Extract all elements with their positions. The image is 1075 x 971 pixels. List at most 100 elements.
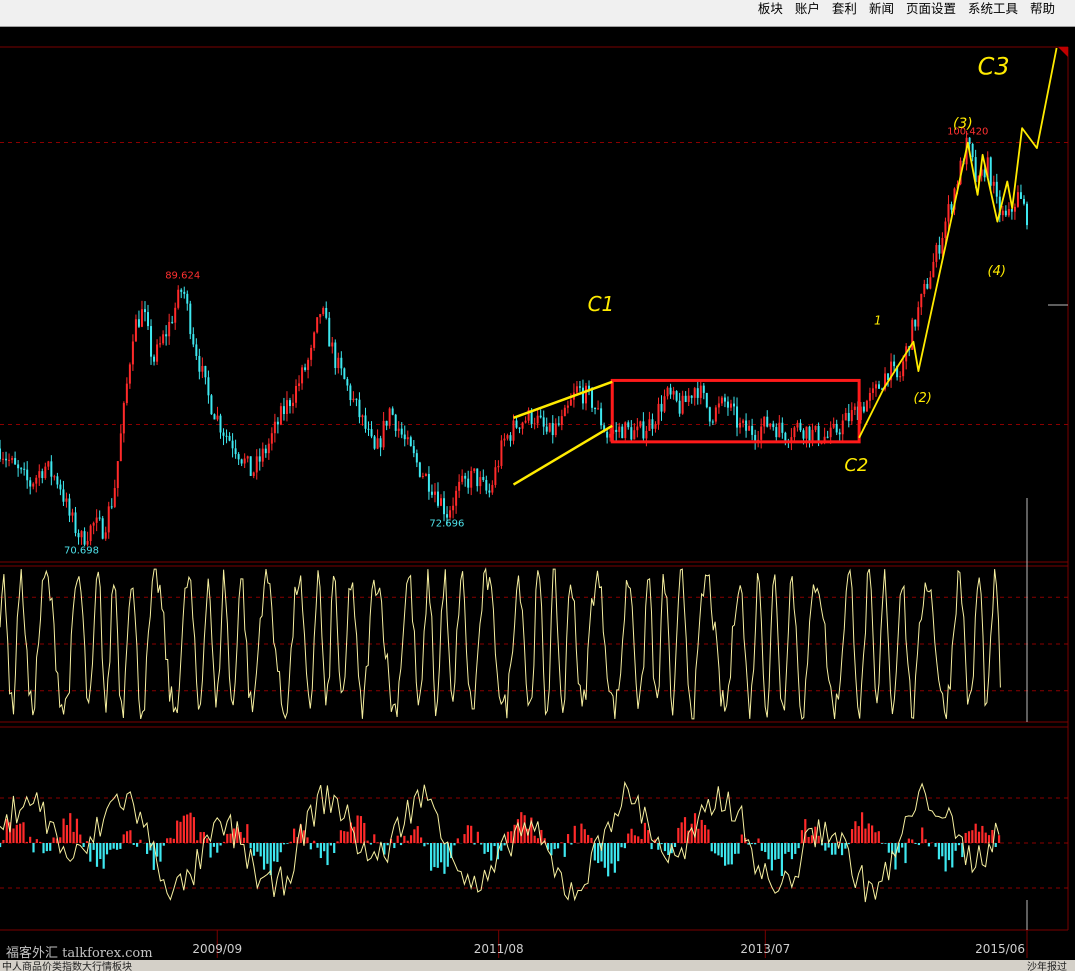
candle-body (446, 514, 449, 518)
candle-body (361, 415, 364, 418)
candle-body (20, 468, 23, 470)
macd-histogram-bar (366, 840, 369, 843)
candle-body (766, 416, 769, 427)
candle-body (391, 408, 394, 415)
candle-body (8, 459, 11, 461)
macd-histogram-bar (824, 843, 827, 851)
candle-body (189, 303, 192, 335)
macd-histogram-bar (510, 831, 513, 843)
candle-body (427, 473, 430, 492)
candle-body (334, 342, 337, 369)
candle-body (877, 384, 880, 389)
menu-item-help[interactable]: 帮助 (1024, 0, 1061, 26)
candle-body (663, 396, 666, 412)
macd-histogram-bar (109, 843, 112, 850)
candle-body (165, 334, 168, 337)
macd-histogram-bar (182, 815, 185, 843)
macd-histogram-bar (937, 843, 941, 860)
candle-body (832, 423, 835, 428)
macd-histogram-bar (62, 818, 65, 843)
candle-body (461, 475, 464, 482)
status-right-text: 沙年报过 (1027, 962, 1067, 971)
macd-histogram-bar (713, 843, 717, 854)
candle-body (536, 415, 539, 424)
macd-histogram-bar (102, 843, 105, 869)
macd-histogram-bar (590, 837, 593, 843)
menu-item-page-settings[interactable]: 页面设置 (900, 0, 962, 26)
menu-item-arbitrage[interactable]: 套利 (826, 0, 863, 26)
candle-body (826, 436, 829, 438)
candle-body (497, 465, 500, 468)
candle-body (600, 408, 603, 426)
candle-body (147, 312, 150, 327)
candle-body (485, 479, 488, 491)
macd-histogram-bar (429, 843, 433, 871)
macd-histogram-bar (924, 839, 927, 843)
candle-body (542, 417, 545, 427)
macd-histogram-bar (754, 843, 757, 845)
candle-body (805, 426, 808, 439)
macd-histogram-bar (376, 842, 379, 843)
candle-body (633, 430, 636, 440)
candle-body (793, 427, 796, 438)
candle-body (267, 443, 270, 454)
candle-body (113, 488, 116, 507)
chart-area[interactable]: 70.69889.62472.696100.420 C1C2C31(2)(3)(… (0, 27, 1075, 960)
candle-body (917, 307, 920, 327)
candle-body (2, 458, 5, 460)
candle-body (693, 388, 696, 398)
candle-body (150, 326, 153, 357)
macd-histogram-bar (169, 837, 172, 843)
candle-body (322, 308, 325, 315)
candle-body (388, 408, 391, 426)
wave-label: (3) (953, 116, 973, 132)
candle-body (569, 399, 572, 406)
candle-body (666, 387, 669, 397)
menu-item-account[interactable]: 账户 (789, 0, 826, 26)
macd-histogram-bar (259, 843, 262, 857)
candle-body (578, 386, 581, 388)
macd-histogram-bar (192, 817, 195, 843)
macd-histogram-bar (393, 843, 396, 849)
macd-histogram-bar (580, 823, 583, 843)
macd-histogram-bar (724, 843, 727, 866)
wave-label: C3 (978, 53, 1010, 81)
candle-body (581, 387, 584, 404)
macd-histogram-bar (89, 843, 92, 862)
candle-body (207, 377, 210, 396)
macd-histogram-bar (570, 843, 573, 845)
menu-item-sector[interactable]: 板块 (752, 0, 789, 26)
candle-body (521, 422, 524, 429)
macd-histogram-bar (172, 838, 175, 843)
macd-histogram-bar (887, 843, 890, 853)
menu-item-news[interactable]: 新闻 (863, 0, 900, 26)
candle-body (367, 428, 370, 430)
macd-histogram-bar (867, 823, 870, 843)
macd-histogram-bar (774, 843, 777, 860)
x-tick-label: 2011/08 (474, 942, 524, 956)
macd-histogram-bar (242, 837, 246, 843)
candle-body (234, 448, 237, 455)
macd-histogram-bar (750, 843, 753, 845)
macd-histogram-bar (206, 838, 209, 843)
candle-body (630, 427, 633, 440)
candle-body (995, 181, 998, 197)
candle-body (83, 531, 86, 545)
candle-body (240, 459, 243, 464)
candle-body (17, 464, 20, 469)
candle-body (180, 289, 183, 292)
macd-histogram-bar (697, 828, 700, 843)
macd-histogram-bar (720, 843, 723, 858)
macd-histogram-bar (313, 840, 316, 843)
candle-body (690, 395, 693, 398)
macd-histogram-bar (42, 843, 45, 854)
menu-item-system-tools[interactable]: 系统工具 (962, 0, 1024, 26)
macd-histogram-bar (22, 822, 25, 843)
candle-body (660, 403, 663, 412)
candle-body (213, 414, 216, 420)
candle-body (935, 245, 938, 262)
candle-body (914, 319, 917, 327)
macd-histogram-bar (703, 824, 707, 843)
candle-body (708, 407, 711, 422)
macd-histogram-bar (92, 843, 95, 850)
